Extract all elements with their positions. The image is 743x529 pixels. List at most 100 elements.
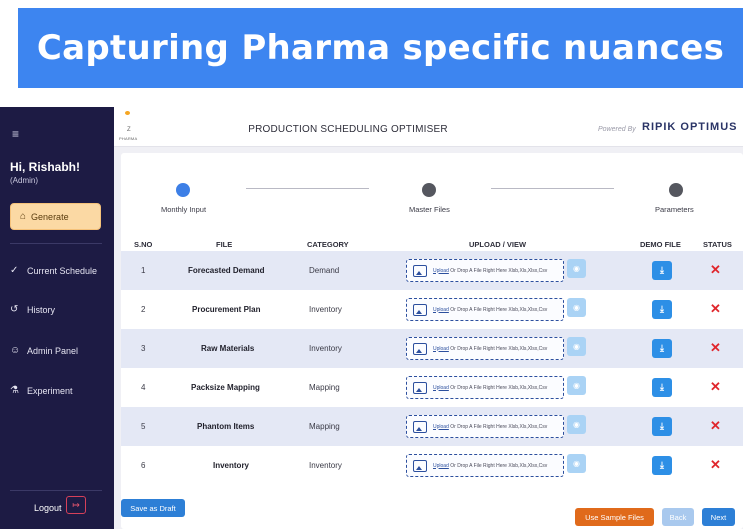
top-bar: Z PHARMA PRODUCTION SCHEDULING OPTIMISER… — [114, 107, 743, 147]
brand-logo: RIPIK OPTIMUS — [642, 121, 738, 133]
row-file-name: Packsize Mapping — [191, 383, 260, 392]
row-category: Inventory — [309, 344, 342, 353]
view-file-eye-icon[interactable]: ◉ — [567, 415, 586, 434]
sidebar-item-current-schedule[interactable]: ✓ Current Schedule — [10, 265, 97, 276]
file-dropzone[interactable]: Upload Or Drop A File Right Here Xlsb,Xl… — [406, 415, 564, 438]
upload-hint-text: Or Drop A File Right Here Xlsb,Xls,Xlsx,… — [448, 345, 548, 352]
upload-hint-text: Or Drop A File Right Here Xlsb,Xls,Xlsx,… — [448, 267, 548, 274]
upload-hint: Upload Or Drop A File Right Here Xlsb,Xl… — [433, 307, 547, 313]
status-error-icon: ✕ — [710, 262, 721, 277]
download-demo-file-icon[interactable]: ⤓ — [652, 300, 672, 319]
download-demo-file-icon[interactable]: ⤓ — [652, 339, 672, 358]
upload-image-icon — [413, 459, 427, 472]
file-dropzone[interactable]: Upload Or Drop A File Right Here Xlsb,Xl… — [406, 259, 564, 282]
download-demo-file-icon[interactable]: ⤓ — [652, 261, 672, 280]
row-file-name: Raw Materials — [201, 344, 255, 353]
header-demo-file: DEMO FILE — [640, 240, 681, 249]
sidebar-divider — [10, 490, 102, 491]
file-dropzone[interactable]: Upload Or Drop A File Right Here Xlsb,Xl… — [406, 337, 564, 360]
status-error-icon: ✕ — [710, 457, 721, 472]
sidebar-divider — [10, 243, 102, 244]
download-demo-file-icon[interactable]: ⤓ — [652, 417, 672, 436]
back-button[interactable]: Back — [662, 508, 694, 526]
sidebar-item-label: Current Schedule — [27, 265, 98, 276]
upload-hint: Upload Or Drop A File Right Here Xlsb,Xl… — [433, 385, 547, 391]
user-greeting: Hi, Rishabh! — [10, 160, 81, 174]
header-upload-view: UPLOAD / VIEW — [469, 240, 527, 249]
table-row: 5 Phantom Items Mapping Upload Or Drop A… — [121, 407, 743, 446]
banner-panel: Capturing Pharma specific nuances — [18, 8, 743, 88]
view-file-eye-icon[interactable]: ◉ — [567, 454, 586, 473]
logout-icon[interactable]: ↦ — [66, 496, 86, 514]
sidebar-item-label: Experiment — [27, 385, 73, 396]
row-sno: 4 — [141, 383, 146, 392]
upload-card: Monthly Input Master Files Parameters S.… — [121, 153, 743, 529]
row-file-name: Procurement Plan — [192, 305, 261, 314]
row-category: Demand — [309, 266, 340, 275]
row-file-name: Phantom Items — [197, 422, 255, 431]
view-file-eye-icon[interactable]: ◉ — [567, 298, 586, 317]
status-error-icon: ✕ — [710, 379, 721, 394]
check-icon: ✓ — [10, 265, 19, 276]
upload-link[interactable]: Upload — [433, 463, 449, 469]
table-row: 2 Procurement Plan Inventory Upload Or D… — [121, 290, 743, 329]
upload-link[interactable]: Upload — [433, 424, 449, 430]
upload-image-icon — [413, 381, 427, 394]
upload-hint-text: Or Drop A File Right Here Xlsb,Xls,Xlsx,… — [448, 462, 548, 469]
upload-hint: Upload Or Drop A File Right Here Xlsb,Xl… — [433, 346, 547, 352]
row-file-name: Inventory — [213, 461, 250, 470]
hamburger-menu-icon[interactable]: ≡ — [12, 127, 19, 141]
sidebar-item-label: Admin Panel — [27, 345, 79, 356]
upload-image-icon — [413, 420, 427, 433]
table-row: 4 Packsize Mapping Mapping Upload Or Dro… — [121, 368, 743, 407]
sidebar-item-history[interactable]: ↺ History — [10, 304, 55, 315]
step-connector — [491, 188, 614, 189]
generate-button[interactable]: ⌂ Generate — [10, 203, 101, 230]
view-file-eye-icon[interactable]: ◉ — [567, 259, 586, 278]
row-sno: 2 — [141, 305, 146, 314]
step-label-monthly-input: Monthly Input — [161, 205, 207, 214]
header-sno: S.NO — [134, 240, 153, 249]
history-icon: ↺ — [10, 304, 19, 315]
file-dropzone[interactable]: Upload Or Drop A File Right Here Xlsb,Xl… — [406, 454, 564, 477]
app-window: ≡ Hi, Rishabh! (Admin) ⌂ Generate ✓ Curr… — [0, 107, 743, 529]
step-connector — [246, 188, 369, 189]
save-as-draft-button[interactable]: Save as Draft — [121, 499, 185, 517]
step-label-master-files: Master Files — [409, 205, 450, 214]
header-status: STATUS — [703, 240, 732, 249]
flask-icon: ⚗ — [10, 385, 19, 396]
step-label-parameters: Parameters — [655, 205, 694, 214]
next-button[interactable]: Next — [702, 508, 735, 526]
table-row: 1 Forecasted Demand Demand Upload Or Dro… — [121, 251, 743, 290]
sidebar-item-admin-panel[interactable]: ☺ Admin Panel — [10, 345, 78, 356]
upload-hint: Upload Or Drop A File Right Here Xlsb,Xl… — [433, 463, 547, 469]
logout-label[interactable]: Logout — [34, 503, 62, 513]
powered-by-label: Powered By — [598, 126, 636, 133]
file-dropzone[interactable]: Upload Or Drop A File Right Here Xlsb,Xl… — [406, 298, 564, 321]
view-file-eye-icon[interactable]: ◉ — [567, 337, 586, 356]
upload-link[interactable]: Upload — [433, 268, 449, 274]
status-error-icon: ✕ — [710, 418, 721, 433]
sidebar-item-experiment[interactable]: ⚗ Experiment — [10, 385, 73, 396]
step-dot-monthly-input — [176, 183, 190, 197]
download-demo-file-icon[interactable]: ⤓ — [652, 456, 672, 475]
status-error-icon: ✕ — [710, 340, 721, 355]
sidebar: ≡ Hi, Rishabh! (Admin) ⌂ Generate ✓ Curr… — [0, 107, 114, 529]
view-file-eye-icon[interactable]: ◉ — [567, 376, 586, 395]
row-category: Mapping — [309, 383, 340, 392]
row-category: Inventory — [309, 461, 342, 470]
file-dropzone[interactable]: Upload Or Drop A File Right Here Xlsb,Xl… — [406, 376, 564, 399]
upload-hint-text: Or Drop A File Right Here Xlsb,Xls,Xlsx,… — [448, 306, 548, 313]
upload-link[interactable]: Upload — [433, 385, 449, 391]
upload-link[interactable]: Upload — [433, 346, 449, 352]
row-category: Mapping — [309, 422, 340, 431]
upload-image-icon — [413, 264, 427, 277]
screen: Capturing Pharma specific nuances ≡ Hi, … — [0, 0, 743, 529]
table-row: 3 Raw Materials Inventory Upload Or Drop… — [121, 329, 743, 368]
upload-hint-text: Or Drop A File Right Here Xlsb,Xls,Xlsx,… — [448, 423, 548, 430]
download-demo-file-icon[interactable]: ⤓ — [652, 378, 672, 397]
sidebar-item-label: History — [27, 304, 56, 315]
upload-link[interactable]: Upload — [433, 307, 449, 313]
use-sample-files-button[interactable]: Use Sample Files — [575, 508, 654, 526]
header-file: FILE — [216, 240, 233, 249]
